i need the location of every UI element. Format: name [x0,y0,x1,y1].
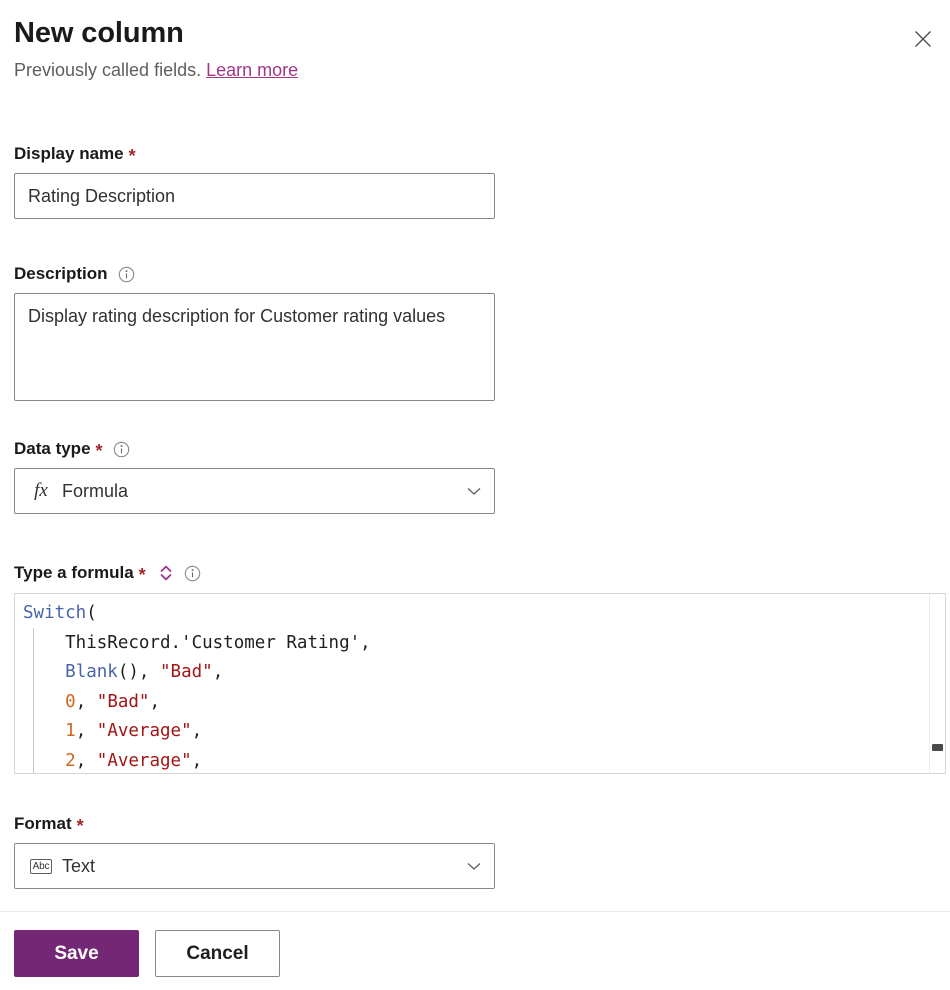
panel-subtitle: Previously called fields. Learn more [14,57,936,83]
data-type-value: Formula [62,480,129,501]
formula-token [23,692,65,712]
required-asterisk: * [76,816,84,836]
data-type-label: Data type * [14,438,495,460]
data-type-field: Data type * fx Formula [14,438,495,514]
formula-token: , [75,750,97,771]
description-textarea[interactable]: Display rating description for Customer … [14,293,495,401]
close-button[interactable] [904,20,942,58]
formula-token: Switch [23,603,87,623]
fx-icon-text: fx [34,480,48,501]
formula-token: , [212,662,224,682]
footer-divider [0,911,950,912]
save-button[interactable]: Save [14,930,139,977]
description-field: Description Display rating description f… [14,263,495,401]
abc-icon: Abc [28,858,54,874]
panel-header: New column Previously called fields. Lea… [14,14,936,83]
formula-token [23,721,65,741]
format-label-text: Format [14,814,72,833]
format-value: Text [62,855,96,876]
formula-token: , [75,721,97,741]
panel-footer: Save Cancel [14,930,280,977]
format-field: Format * Abc Text [14,813,495,889]
abc-icon-text: Abc [29,858,53,874]
formula-token [23,751,65,771]
formula-line: 1, "Average", [23,717,945,747]
formula-token: "Average" [96,750,192,771]
new-column-panel: New column Previously called fields. Lea… [0,0,950,990]
formula-token: 2 [65,750,76,771]
info-icon[interactable] [118,266,135,283]
formula-token: , [75,691,97,712]
formula-token: (), [117,662,160,682]
chevron-down-icon [464,856,484,876]
subtitle-text: Previously called fields. [14,60,202,80]
format-dropdown[interactable]: Abc Text [14,843,495,889]
required-asterisk: * [95,441,103,461]
formula-line: 0, "Bad", [23,688,945,718]
formula-token: , [191,750,203,771]
formula-line: Blank(), "Bad", [23,658,945,688]
display-name-label-text: Display name [14,144,124,163]
cancel-button[interactable]: Cancel [155,930,280,977]
formula-token: , [149,691,161,712]
formula-scrollbar[interactable] [929,594,945,773]
formula-token [23,662,65,682]
learn-more-link[interactable]: Learn more [206,60,298,80]
formula-line: Switch( [23,599,945,629]
info-icon[interactable] [113,441,130,458]
page-title: New column [14,17,184,49]
description-label: Description [14,263,495,285]
description-label-text: Description [14,264,108,283]
formula-label: Type a formula * [14,562,201,584]
fx-icon: fx [28,480,54,502]
formula-token: 0 [65,691,76,712]
close-icon [913,29,933,49]
formula-line: ThisRecord.'Customer Rating', [23,629,945,659]
formula-label-row: Type a formula * [14,562,201,584]
formula-token: ThisRecord.'Customer Rating', [23,632,371,653]
formula-scrollbar-thumb[interactable] [932,744,943,751]
formula-line: 2, "Average", [23,747,945,774]
formula-token: Blank [65,662,118,682]
formula-editor[interactable]: Switch( ThisRecord.'Customer Rating', Bl… [14,593,946,774]
chevron-down-icon [464,481,484,501]
formula-label-text: Type a formula [14,563,134,582]
formula-token: 1 [65,721,76,741]
formula-code[interactable]: Switch( ThisRecord.'Customer Rating', Bl… [15,594,945,774]
required-asterisk: * [138,565,146,585]
display-name-label: Display name * [14,143,495,165]
display-name-field: Display name * [14,143,495,219]
info-icon[interactable] [184,565,201,582]
formula-token: "Bad" [96,691,150,712]
formula-token: , [191,721,203,741]
data-type-label-text: Data type [14,439,91,458]
formula-token: "Average" [96,721,192,741]
required-asterisk: * [128,146,136,166]
expand-collapse-icon[interactable] [158,564,174,582]
formula-token: "Bad" [160,662,213,682]
formula-token: ( [86,603,97,623]
data-type-dropdown[interactable]: fx Formula [14,468,495,514]
format-label: Format * [14,813,495,835]
display-name-input[interactable] [14,173,495,219]
